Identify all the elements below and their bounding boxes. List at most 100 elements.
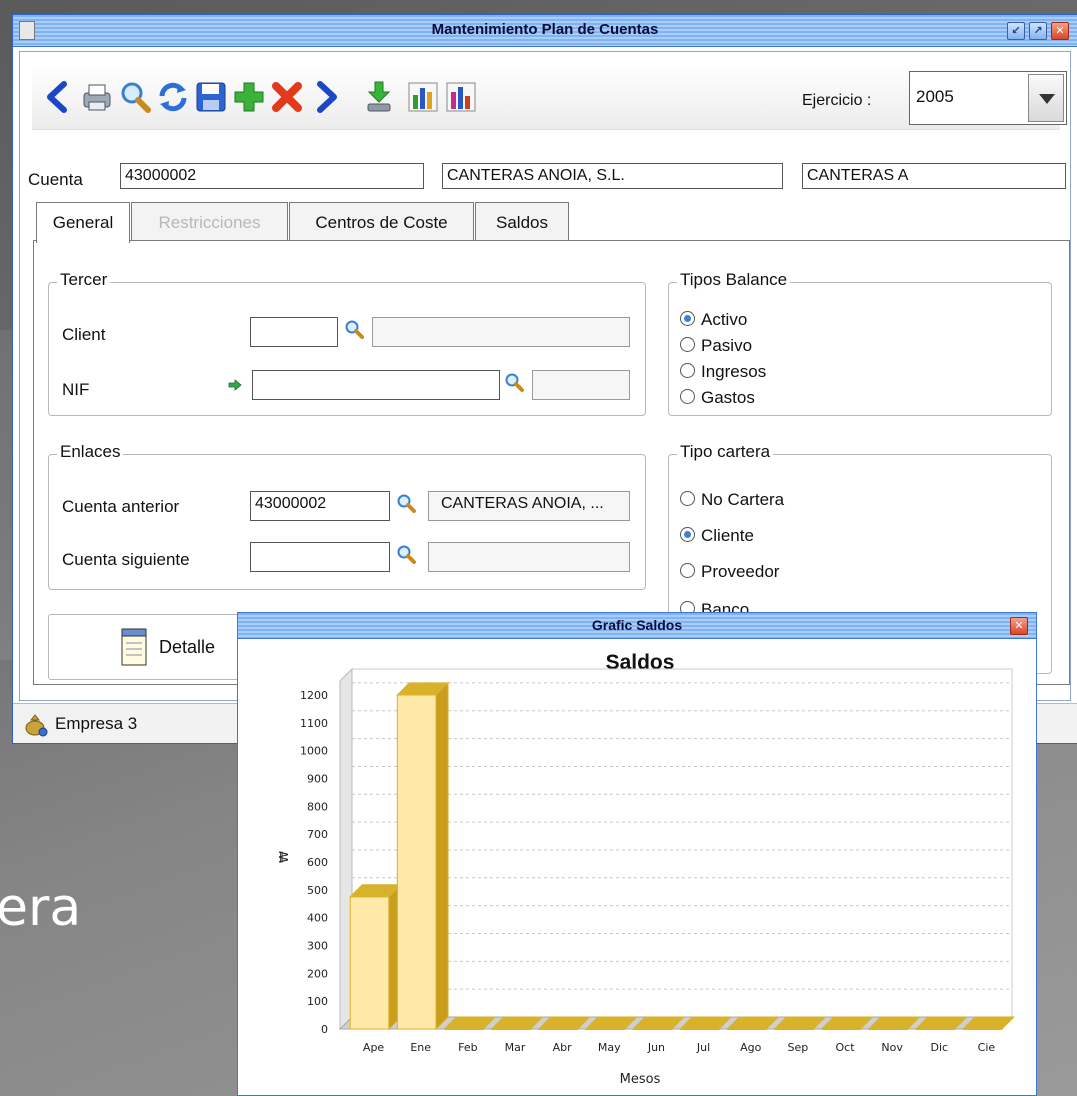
detalle-label: Detalle <box>159 637 216 657</box>
chart-bar-icon[interactable] <box>406 80 440 114</box>
cuenta-code-field[interactable]: 43000002 <box>120 163 424 189</box>
download-icon[interactable] <box>362 80 396 114</box>
main-titlebar[interactable]: Mantenimiento Plan de Cuentas ↙ ↗ ✕ <box>13 15 1077 47</box>
radio-activo[interactable]: Activo <box>680 310 747 330</box>
cuenta-siguiente-label: Cuenta siguiente <box>62 550 190 569</box>
x-tick-label: Cie <box>978 1041 996 1054</box>
y-tick-label: 1000 <box>300 745 328 758</box>
x-tick-label: Mar <box>505 1041 526 1054</box>
client-lookup-icon[interactable] <box>344 319 364 339</box>
cuenta-label: Cuenta <box>28 170 83 189</box>
x-tick-label: Oct <box>835 1041 855 1054</box>
enlaces-title: Enlaces <box>57 442 124 462</box>
radio-label: Pasivo <box>701 336 753 355</box>
delete-icon[interactable] <box>270 80 304 114</box>
x-tick-label: Jul <box>696 1041 710 1054</box>
minimize-button[interactable]: ↙ <box>1007 22 1025 40</box>
refresh-icon[interactable] <box>156 80 190 114</box>
bar-chart: Saldos 010020030040050060070080090010001… <box>277 651 1015 1087</box>
x-tick-label: Feb <box>458 1041 477 1054</box>
radio-pasivo[interactable]: Pasivo <box>680 336 752 356</box>
cuenta-anterior-label: Cuenta anterior <box>62 497 180 516</box>
y-tick-label: 0 <box>321 1023 328 1036</box>
cuenta-siguiente-lookup-icon[interactable] <box>396 544 416 564</box>
radio-gastos[interactable]: Gastos <box>680 388 755 408</box>
x-tick-label: Ape <box>363 1041 385 1054</box>
toolbar <box>32 64 1060 130</box>
radio-indicator <box>680 389 695 404</box>
chart-close-button[interactable]: ✕ <box>1010 617 1028 635</box>
chevron-down-icon[interactable] <box>1028 74 1064 122</box>
chart-titlebar[interactable]: Grafic Saldos ✕ <box>238 613 1036 639</box>
client-label: Client <box>62 325 106 344</box>
x-tick-label: Dic <box>930 1041 948 1054</box>
chart-bar <box>396 681 450 1031</box>
client-field[interactable] <box>250 317 338 347</box>
y-tick-label: 1200 <box>300 689 328 702</box>
y-tick-label: 1100 <box>300 717 328 730</box>
y-tick-label: 200 <box>307 967 328 980</box>
prev-icon[interactable] <box>42 80 76 114</box>
ejercicio-value: 2005 <box>916 87 954 106</box>
cuenta-name-field[interactable]: CANTERAS ANOIA, S.L. <box>442 163 783 189</box>
nif-lookup-icon[interactable] <box>504 372 524 392</box>
radio-ingresos[interactable]: Ingresos <box>680 362 766 382</box>
chart-bar-alt-icon[interactable] <box>444 80 478 114</box>
cuenta-siguiente-field[interactable] <box>250 542 390 572</box>
y-tick-label: 500 <box>307 884 328 897</box>
x-tick-label: Ene <box>410 1041 431 1054</box>
y-tick-label: 100 <box>307 995 328 1008</box>
y-tick-label: 700 <box>307 828 328 841</box>
chart-window-title: Grafic Saldos <box>591 617 683 633</box>
notepad-icon <box>121 628 147 666</box>
radio-label: Activo <box>701 310 748 329</box>
print-icon[interactable] <box>80 80 114 114</box>
main-content: Ejercicio : 2005 Cuenta 43000002 CANTERA… <box>19 51 1071 701</box>
tab-saldos[interactable]: Saldos <box>475 202 569 240</box>
cuenta-anterior-field[interactable]: 43000002 <box>250 491 390 521</box>
y-tick-label: 600 <box>307 856 328 869</box>
bar-front <box>396 694 437 1030</box>
cuenta-short-field[interactable]: CANTERAS A <box>802 163 1066 189</box>
tercer-title: Tercer <box>57 270 111 290</box>
nif-field[interactable] <box>252 370 500 400</box>
radio-label: No Cartera <box>701 490 785 509</box>
chart-bar <box>349 883 403 1031</box>
ejercicio-select[interactable]: 2005 <box>909 71 1067 125</box>
radio-no-cartera[interactable]: No Cartera <box>680 490 784 510</box>
save-icon[interactable] <box>194 80 228 114</box>
cuenta-anterior-desc-field: CANTERAS ANOIA, ... <box>428 491 630 521</box>
bar-side <box>435 681 449 1031</box>
radio-label: Proveedor <box>701 562 780 581</box>
arrow-right-icon <box>228 379 242 391</box>
background-text: era <box>0 878 82 938</box>
tipos-balance-title: Tipos Balance <box>677 270 791 290</box>
radio-label: Ingresos <box>701 362 767 381</box>
tab-general[interactable]: General <box>36 202 130 243</box>
x-tick-label: Nov <box>881 1041 903 1054</box>
maximize-button[interactable]: ↗ <box>1029 22 1047 40</box>
add-icon[interactable] <box>232 80 266 114</box>
tab-centros-de-coste[interactable]: Centros de Coste <box>289 202 474 240</box>
y-tick-label: 900 <box>307 772 328 785</box>
radio-indicator <box>680 363 695 378</box>
ejercicio-label: Ejercicio : <box>802 92 872 109</box>
x-tick-label: Ago <box>740 1041 762 1054</box>
y-tick-label: 400 <box>307 912 328 925</box>
cuenta-siguiente-desc-field <box>428 542 630 572</box>
radio-indicator <box>680 563 695 578</box>
tab-restricciones[interactable]: Restricciones <box>131 202 288 240</box>
radio-indicator <box>680 311 695 326</box>
close-button[interactable]: ✕ <box>1051 22 1069 40</box>
radio-proveedor[interactable]: Proveedor <box>680 562 779 582</box>
x-tick-label: Abr <box>553 1041 573 1054</box>
y-tick-label: 800 <box>307 800 328 813</box>
client-desc-field <box>372 317 630 347</box>
radio-cliente[interactable]: Cliente <box>680 526 754 546</box>
next-icon[interactable] <box>308 80 342 114</box>
chart-ylabel: ₩ <box>277 851 291 863</box>
chart-xlabel: Mesos <box>620 1072 661 1087</box>
cuenta-anterior-lookup-icon[interactable] <box>396 493 416 513</box>
radio-label: Cliente <box>701 526 754 545</box>
search-icon[interactable] <box>118 80 152 114</box>
